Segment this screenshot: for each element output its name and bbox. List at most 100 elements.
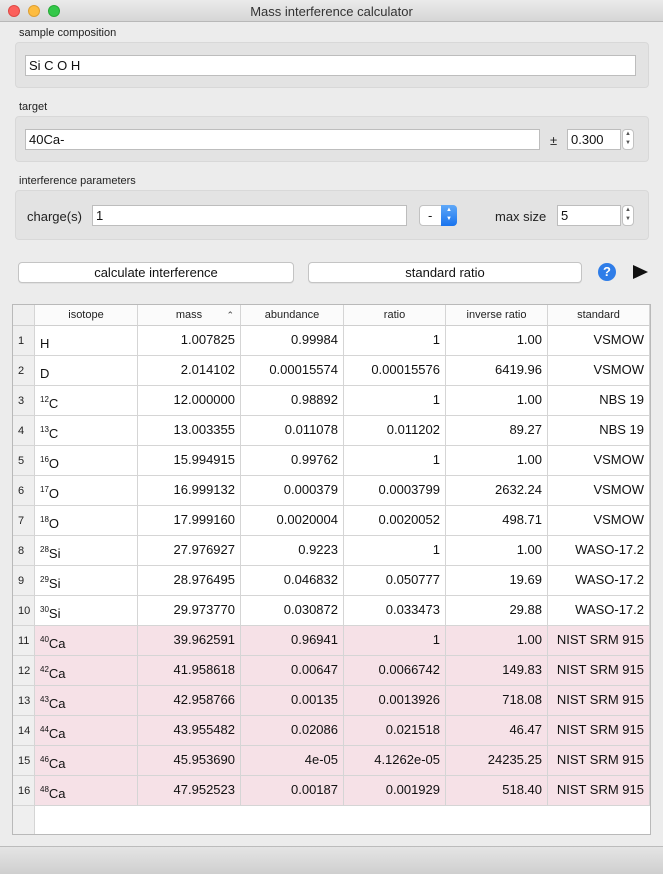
inverse-ratio-cell[interactable]: 1.00 [446,446,548,476]
inverse-ratio-cell[interactable]: 2632.24 [446,476,548,506]
inverse-ratio-cell[interactable]: 89.27 [446,416,548,446]
ratio-cell[interactable]: 4.1262e-05 [344,746,446,776]
standard-cell[interactable]: NBS 19 [548,386,650,416]
standard-cell[interactable]: VSMOW [548,506,650,536]
mass-cell[interactable]: 43.955482 [138,716,241,746]
column-header-ratio[interactable]: ratio [344,305,446,326]
mass-cell[interactable]: 39.962591 [138,626,241,656]
max-size-stepper[interactable]: ▲ ▼ [622,205,634,226]
standard-cell[interactable]: WASO-17.2 [548,566,650,596]
inverse-ratio-cell[interactable]: 1.00 [446,326,548,356]
isotope-cell[interactable]: 29Si [35,566,138,596]
inverse-ratio-cell[interactable]: 1.00 [446,626,548,656]
mass-cell[interactable]: 47.952523 [138,776,241,806]
isotope-cell[interactable]: 42Ca [35,656,138,686]
abundance-cell[interactable]: 0.0020004 [241,506,344,536]
inverse-ratio-cell[interactable]: 149.83 [446,656,548,686]
help-icon[interactable]: ? [598,263,616,281]
ratio-cell[interactable]: 0.0020052 [344,506,446,536]
standard-ratio-button[interactable]: standard ratio [308,262,582,283]
standard-cell[interactable]: VSMOW [548,476,650,506]
mass-cell[interactable]: 27.976927 [138,536,241,566]
tolerance-input[interactable]: 0.300 [567,129,621,150]
column-header-mass[interactable]: mass ⌃ [138,305,241,326]
charge-input[interactable]: 1 [92,205,407,226]
inverse-ratio-cell[interactable]: 718.08 [446,686,548,716]
inverse-ratio-cell[interactable]: 1.00 [446,536,548,566]
play-icon[interactable] [633,265,648,279]
mass-cell[interactable]: 2.014102 [138,356,241,386]
mass-cell[interactable]: 15.994915 [138,446,241,476]
ratio-cell[interactable]: 1 [344,626,446,656]
calculate-interference-button[interactable]: calculate interference [18,262,294,283]
standard-cell[interactable]: VSMOW [548,356,650,386]
inverse-ratio-cell[interactable]: 29.88 [446,596,548,626]
inverse-ratio-cell[interactable]: 6419.96 [446,356,548,386]
isotope-cell[interactable]: 18O [35,506,138,536]
column-header-standard[interactable]: standard [548,305,650,326]
standard-cell[interactable]: WASO-17.2 [548,596,650,626]
ratio-cell[interactable]: 1 [344,326,446,356]
mass-cell[interactable]: 28.976495 [138,566,241,596]
inverse-ratio-cell[interactable]: 518.40 [446,776,548,806]
ratio-cell[interactable]: 0.00015576 [344,356,446,386]
abundance-cell[interactable]: 0.000379 [241,476,344,506]
target-input[interactable]: 40Ca- [25,129,540,150]
standard-cell[interactable]: NBS 19 [548,416,650,446]
table-row[interactable]: 11 40Ca 39.962591 0.96941 1 1.00 NIST SRM 915 [13,626,650,656]
isotope-cell[interactable]: 46Ca [35,746,138,776]
mass-cell[interactable]: 1.007825 [138,326,241,356]
tolerance-stepper[interactable]: ▲ ▼ [622,129,634,150]
table-row[interactable]: 6 17O 16.999132 0.000379 0.0003799 2632.24 VSM… [13,476,650,506]
abundance-cell[interactable]: 0.00015574 [241,356,344,386]
abundance-cell[interactable]: 0.00647 [241,656,344,686]
table-row[interactable]: 13 43Ca 42.958766 0.00135 0.0013926 718.08 NIS… [13,686,650,716]
sample-composition-input[interactable]: Si C O H [25,55,636,76]
standard-cell[interactable]: NIST SRM 915 [548,686,650,716]
column-header-inverse-ratio[interactable]: inverse ratio [446,305,548,326]
max-size-input[interactable]: 5 [557,205,621,226]
inverse-ratio-cell[interactable]: 24235.25 [446,746,548,776]
standard-cell[interactable]: NIST SRM 915 [548,776,650,806]
column-header-abundance[interactable]: abundance [241,305,344,326]
abundance-cell[interactable]: 0.02086 [241,716,344,746]
isotope-cell[interactable]: 28Si [35,536,138,566]
mass-cell[interactable]: 16.999132 [138,476,241,506]
mass-cell[interactable]: 41.958618 [138,656,241,686]
abundance-cell[interactable]: 0.99984 [241,326,344,356]
mass-cell[interactable]: 12.000000 [138,386,241,416]
standard-cell[interactable]: NIST SRM 915 [548,716,650,746]
ratio-cell[interactable]: 0.0013926 [344,686,446,716]
standard-cell[interactable]: VSMOW [548,446,650,476]
mass-cell[interactable]: 17.999160 [138,506,241,536]
isotope-cell[interactable]: 44Ca [35,716,138,746]
inverse-ratio-cell[interactable]: 46.47 [446,716,548,746]
standard-cell[interactable]: NIST SRM 915 [548,746,650,776]
inverse-ratio-cell[interactable]: 1.00 [446,386,548,416]
column-header-isotope[interactable]: isotope [35,305,138,326]
isotope-cell[interactable]: 17O [35,476,138,506]
mass-cell[interactable]: 42.958766 [138,686,241,716]
isotope-cell[interactable]: 30Si [35,596,138,626]
isotope-cell[interactable]: 40Ca [35,626,138,656]
isotope-cell[interactable]: H [35,326,138,356]
ratio-cell[interactable]: 0.011202 [344,416,446,446]
table-row[interactable]: 12 42Ca 41.958618 0.00647 0.0066742 149.83 NIS… [13,656,650,686]
mass-cell[interactable]: 29.973770 [138,596,241,626]
isotope-cell[interactable]: 43Ca [35,686,138,716]
table-row[interactable]: 4 13C 13.003355 0.011078 0.011202 89.27 NBS 19 [13,416,650,446]
abundance-cell[interactable]: 0.011078 [241,416,344,446]
abundance-cell[interactable]: 0.96941 [241,626,344,656]
abundance-cell[interactable]: 0.9223 [241,536,344,566]
table-row[interactable]: 5 16O 15.994915 0.99762 1 1.00 VSMOW [13,446,650,476]
abundance-cell[interactable]: 0.99762 [241,446,344,476]
table-row[interactable]: 7 18O 17.999160 0.0020004 0.0020052 498.71 VSM… [13,506,650,536]
ratio-cell[interactable]: 1 [344,386,446,416]
inverse-ratio-cell[interactable]: 19.69 [446,566,548,596]
ratio-cell[interactable]: 0.021518 [344,716,446,746]
standard-cell[interactable]: NIST SRM 915 [548,626,650,656]
standard-cell[interactable]: NIST SRM 915 [548,656,650,686]
mass-cell[interactable]: 13.003355 [138,416,241,446]
table-row[interactable]: 16 48Ca 47.952523 0.00187 0.001929 518.40 NIST… [13,776,650,806]
table-row[interactable]: 3 12C 12.000000 0.98892 1 1.00 NBS 19 [13,386,650,416]
